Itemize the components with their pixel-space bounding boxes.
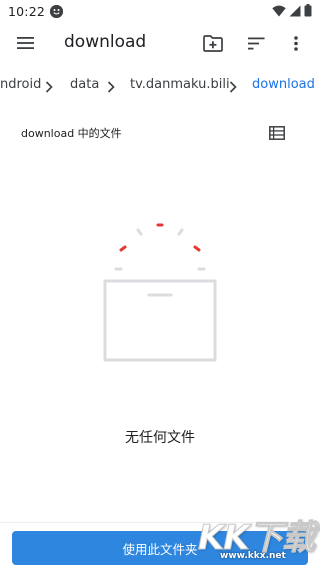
sort-icon[interactable]	[241, 28, 271, 58]
chevron-right-icon	[107, 78, 115, 97]
use-this-folder-label: 使用此文件夹	[122, 541, 198, 557]
more-vert-icon[interactable]	[281, 28, 311, 58]
status-icons	[272, 2, 312, 21]
empty-folder-icon	[95, 215, 225, 369]
status-time: 10:22	[8, 3, 46, 19]
screen: 10:22 download ndroid data tv.danmaku.bi…	[0, 0, 320, 569]
breadcrumb: ndroid data tv.danmaku.bili download	[0, 72, 320, 100]
breadcrumb-item[interactable]: data	[70, 77, 99, 92]
page-title: download	[64, 32, 147, 52]
empty-message: 无任何文件	[125, 430, 195, 446]
status-bar: 10:22	[0, 0, 320, 22]
breadcrumb-item[interactable]: ndroid	[0, 77, 41, 92]
signal-icon	[289, 2, 301, 21]
battery-icon	[304, 2, 312, 21]
wifi-icon	[272, 2, 286, 21]
menu-icon[interactable]	[11, 28, 41, 58]
new-folder-icon[interactable]	[198, 28, 228, 58]
breadcrumb-item[interactable]: tv.danmaku.bili	[130, 77, 230, 92]
chevron-right-icon	[45, 78, 53, 97]
section-title: download 中的文件	[21, 127, 122, 140]
list-view-icon[interactable]	[266, 122, 288, 144]
use-this-folder-button[interactable]: 使用此文件夹	[12, 531, 308, 565]
app-bar: download	[0, 22, 320, 64]
chevron-right-icon	[229, 78, 237, 97]
bottom-divider	[0, 522, 320, 523]
breadcrumb-item-current[interactable]: download	[252, 77, 315, 92]
notification-face-icon	[50, 4, 64, 18]
